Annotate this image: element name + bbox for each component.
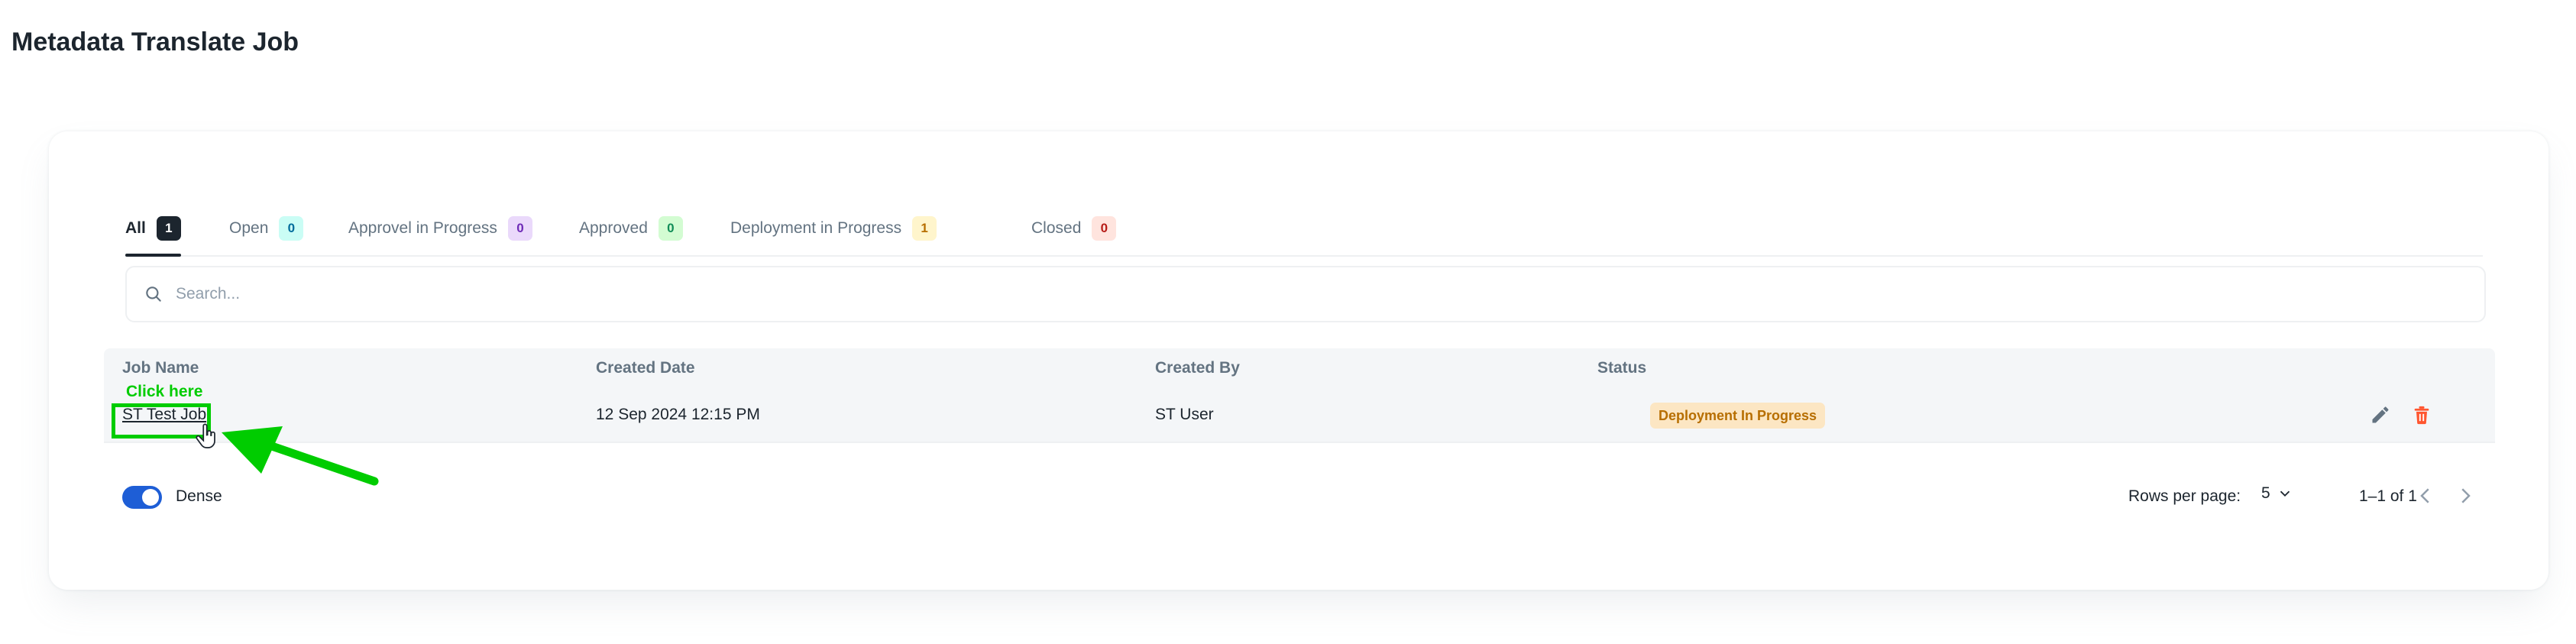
tab-deployment-in-progress[interactable]: Deployment in Progress 1 <box>730 202 937 255</box>
rows-per-page-select[interactable]: 5 <box>2261 484 2293 503</box>
count-badge: 0 <box>507 216 532 241</box>
next-page-icon[interactable] <box>2454 484 2477 507</box>
table-row: ST Test Job 12 Sep 2024 12:15 PM ST User… <box>104 388 2495 443</box>
tab-all[interactable]: All 1 <box>125 202 181 257</box>
tab-label: Approvel in Progress <box>348 219 497 237</box>
tab-closed[interactable]: Closed 0 <box>1031 202 1117 255</box>
delete-icon[interactable] <box>2411 404 2432 426</box>
hand-cursor-icon <box>196 423 215 448</box>
column-header-status[interactable]: Status <box>1597 348 1646 388</box>
tab-label: Approved <box>579 219 648 237</box>
count-badge: 1 <box>912 216 937 241</box>
chevron-down-icon <box>2280 490 2290 497</box>
tab-label: Open <box>229 219 269 237</box>
search-input[interactable] <box>174 284 2393 304</box>
table-header: Job Name Created Date Created By Status <box>104 348 2495 388</box>
tab-approvel-in-progress[interactable]: Approvel in Progress 0 <box>348 202 532 255</box>
previous-page-icon[interactable] <box>2414 484 2437 507</box>
column-header-created-by[interactable]: Created By <box>1155 348 1240 388</box>
dense-label: Dense <box>176 487 222 505</box>
page-title: Metadata Translate Job <box>11 28 299 57</box>
created-date-cell: 12 Sep 2024 12:15 PM <box>596 406 760 423</box>
edit-icon[interactable] <box>2370 404 2391 426</box>
rows-per-page-value: 5 <box>2261 484 2270 502</box>
tab-label: All <box>125 219 146 237</box>
created-by-cell: ST User <box>1155 406 1214 423</box>
count-badge: 0 <box>279 216 304 241</box>
click-here-annotation: Click here <box>126 383 203 400</box>
count-badge: 1 <box>156 216 181 241</box>
search-box <box>125 266 2486 322</box>
tab-label: Closed <box>1031 219 1082 237</box>
toggle-knob <box>142 489 159 506</box>
jobs-card: All 1 Open 0 Approvel in Progress 0 Appr… <box>49 131 2548 590</box>
rows-per-page-label: Rows per page: <box>2128 487 2241 505</box>
tab-open[interactable]: Open 0 <box>229 202 304 255</box>
count-badge: 0 <box>1092 216 1117 241</box>
search-icon <box>146 286 161 302</box>
pagination-range: 1–1 of 1 <box>2359 487 2417 505</box>
status-tabs: All 1 Open 0 Approvel in Progress 0 Appr… <box>125 202 2483 257</box>
green-arrow-icon <box>222 426 379 486</box>
tab-approved[interactable]: Approved 0 <box>579 202 683 255</box>
status-badge: Deployment In Progress <box>1650 403 1826 429</box>
count-badge: 0 <box>658 216 683 241</box>
tab-label: Deployment in Progress <box>730 219 902 237</box>
dense-toggle[interactable] <box>122 486 162 509</box>
column-header-created-date[interactable]: Created Date <box>596 348 695 388</box>
